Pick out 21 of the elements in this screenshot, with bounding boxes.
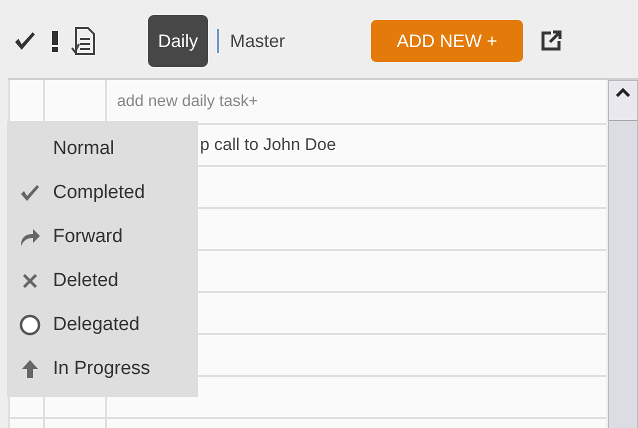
forward-arrow-icon: [19, 227, 41, 247]
checkmark-icon: [20, 184, 40, 202]
checklist-document-icon[interactable]: [70, 26, 98, 56]
up-arrow-icon: [21, 359, 39, 379]
caret-up-icon: [615, 87, 631, 97]
status-menu-item[interactable]: Normal: [7, 127, 198, 171]
status-menu-item[interactable]: Completed: [7, 171, 198, 215]
status-menu-item[interactable]: Forward: [7, 215, 198, 259]
status-menu-item[interactable]: In Progress: [7, 347, 198, 391]
tab[interactable]: Master: [228, 15, 288, 67]
scroll-up-button[interactable]: [609, 81, 637, 121]
cross-icon: [22, 273, 38, 289]
scrollbar[interactable]: [608, 80, 638, 428]
external-link-icon[interactable]: [539, 29, 564, 53]
status-menu-item[interactable]: Deleted: [7, 259, 198, 303]
tab[interactable]: Daily: [148, 15, 208, 67]
exclamation-icon[interactable]: [50, 30, 60, 52]
circle-icon: [19, 314, 41, 336]
task-text[interactable]: p call to John Doe: [200, 132, 336, 158]
checkmark-icon[interactable]: [14, 30, 36, 52]
status-menu-item[interactable]: Delegated: [7, 303, 198, 347]
